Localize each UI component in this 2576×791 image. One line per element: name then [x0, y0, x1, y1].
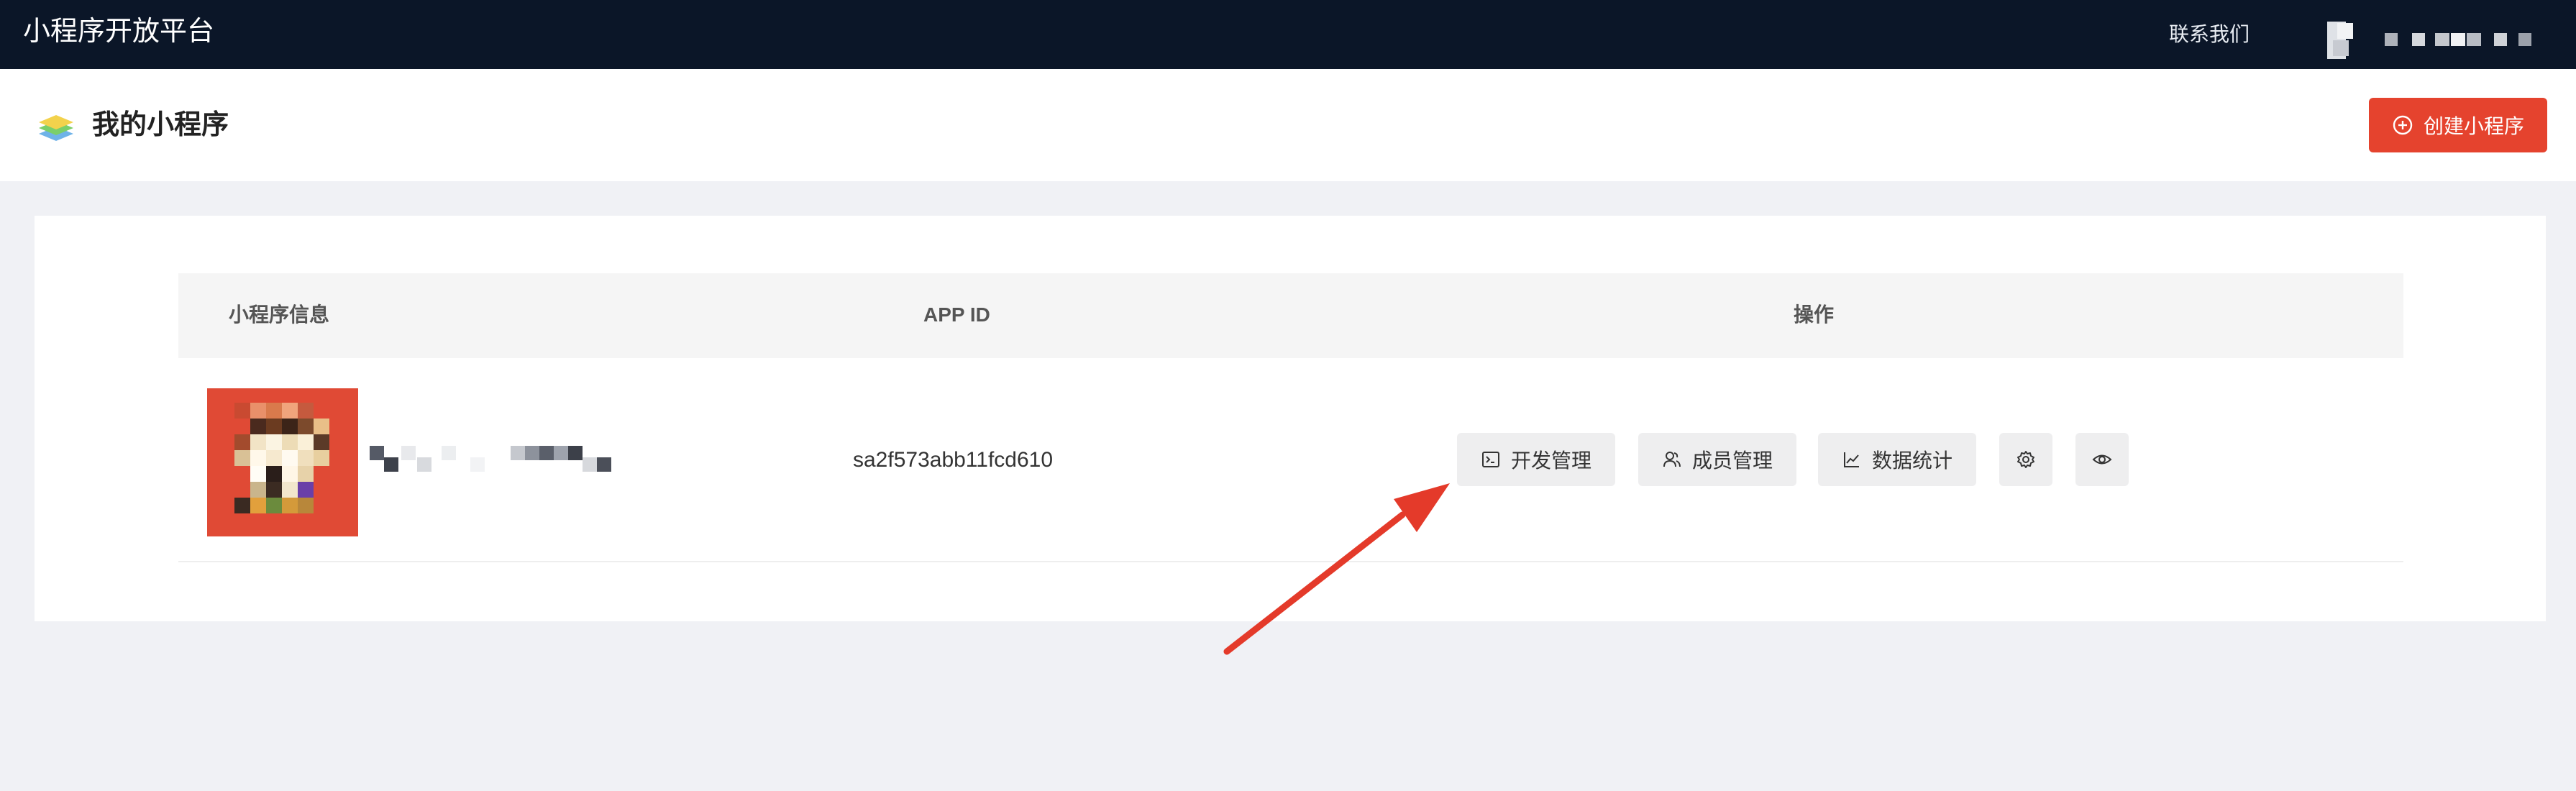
icon-pixel [250, 482, 266, 498]
icon-pixel [298, 482, 314, 498]
column-header-info: 小程序信息 [229, 303, 330, 326]
icon-pixel [234, 498, 250, 513]
top-nav-bar: 小程序开放平台 联系我们 [0, 0, 2576, 69]
data-stats-label: 数据统计 [1871, 449, 1952, 472]
table-header: 小程序信息 APP ID 操作 [178, 273, 2403, 358]
icon-pixel [298, 403, 314, 419]
name-pixel [384, 457, 398, 472]
icon-pixel [298, 434, 314, 450]
page-title: 我的小程序 [92, 110, 229, 140]
eye-icon [2092, 454, 2112, 465]
member-manage-button[interactable]: 成员管理 [1638, 433, 1796, 486]
dev-manage-button[interactable]: 开发管理 [1457, 433, 1615, 486]
icon-pixel [282, 434, 298, 450]
mini-program-list-card: 小程序信息 APP ID 操作 sa2f573abb11fcd610 开发管理 … [35, 216, 2546, 621]
icon-pixel [234, 403, 250, 419]
icon-pixel [250, 498, 266, 513]
user-name-pixel [2435, 33, 2449, 46]
users-icon [1663, 452, 1681, 467]
settings-button[interactable] [1999, 433, 2052, 486]
app-icon[interactable] [207, 388, 358, 536]
name-pixel [583, 457, 597, 472]
user-name-pixel [2412, 33, 2425, 46]
icon-pixel [282, 450, 298, 466]
icon-pixel [234, 434, 250, 450]
platform-brand-title[interactable]: 小程序开放平台 [23, 14, 214, 49]
icon-pixel [282, 466, 298, 482]
name-pixel [470, 457, 485, 472]
gear-icon [2017, 451, 2034, 468]
preview-button[interactable] [2075, 433, 2129, 486]
name-pixel [568, 446, 583, 460]
icon-pixel [234, 450, 250, 466]
user-name-pixel [2451, 33, 2465, 46]
icon-pixel [298, 466, 314, 482]
icon-pixel [250, 466, 266, 482]
create-button-label: 创建小程序 [2423, 115, 2524, 137]
row-divider [178, 561, 2403, 562]
icon-pixel [282, 482, 298, 498]
name-pixel [511, 446, 525, 460]
member-manage-label: 成员管理 [1691, 449, 1773, 472]
user-name-pixel [2518, 33, 2531, 46]
dev-manage-label: 开发管理 [1510, 449, 1591, 472]
contact-us-link[interactable]: 联系我们 [2169, 20, 2250, 49]
icon-pixel [314, 450, 329, 466]
icon-pixel [266, 466, 282, 482]
icon-pixel [282, 419, 298, 434]
name-pixel [525, 446, 539, 460]
name-pixel [401, 446, 416, 460]
icon-pixel [314, 434, 329, 450]
icon-pixel [250, 419, 266, 434]
name-pixel [417, 457, 431, 472]
icon-pixel [282, 498, 298, 513]
icon-pixel [266, 419, 282, 434]
icon-pixel [250, 403, 266, 419]
name-pixel [442, 446, 456, 460]
terminal-icon [1481, 452, 1499, 467]
line-chart-icon [1843, 452, 1859, 467]
avatar-pixel [2333, 40, 2349, 56]
icon-pixel [266, 482, 282, 498]
icon-pixel [282, 403, 298, 419]
plus-circle-icon [2393, 115, 2413, 135]
icon-pixel [266, 403, 282, 419]
name-pixel [554, 446, 568, 460]
icon-pixel [298, 419, 314, 434]
icon-pixel [266, 450, 282, 466]
user-account-menu[interactable] [2327, 19, 2543, 62]
user-name-pixel [2467, 33, 2481, 46]
icon-pixel [250, 434, 266, 450]
icon-pixel [250, 450, 266, 466]
avatar-pixel [2337, 23, 2353, 39]
user-name-pixel [2494, 33, 2507, 46]
data-stats-button[interactable]: 数据统计 [1818, 433, 1976, 486]
icon-pixel [298, 498, 314, 513]
page-header: 我的小程序 创建小程序 [0, 69, 2576, 181]
user-name-pixel [2385, 33, 2398, 46]
app-id-value: sa2f573abb11fcd610 [853, 448, 1054, 472]
icon-pixel [266, 434, 282, 450]
column-header-appid: APP ID [923, 303, 990, 326]
name-pixel [597, 457, 611, 472]
icon-pixel [266, 498, 282, 513]
icon-pixel [298, 450, 314, 466]
app-name[interactable] [370, 444, 611, 476]
icon-pixel [314, 419, 329, 434]
column-header-actions: 操作 [1794, 303, 1835, 326]
create-mini-program-button[interactable]: 创建小程序 [2369, 98, 2547, 152]
name-pixel [370, 446, 384, 460]
name-pixel [539, 446, 554, 460]
layers-icon [39, 115, 73, 141]
